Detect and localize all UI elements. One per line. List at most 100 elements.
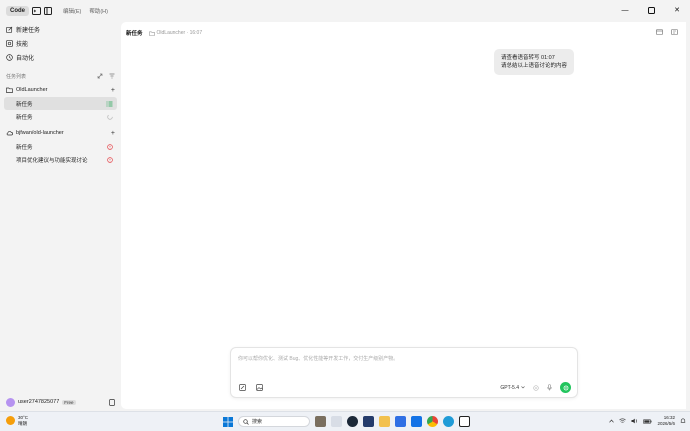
add-task-button[interactable]: +	[111, 130, 115, 137]
page-title: 新任务	[126, 31, 143, 37]
weather-sun-icon	[6, 416, 15, 425]
user-message-bubble: 请查看语音转写 01:07 请总结以上语音讨论的内容	[494, 49, 574, 75]
task-label: 新任务	[16, 114, 33, 121]
model-selector[interactable]: GPT-5.4	[500, 385, 525, 391]
terminal-icon[interactable]	[31, 6, 41, 16]
os-taskbar: 30°C 晴朗 搜索 16:32 2026/5/6	[0, 411, 690, 431]
menu-edit[interactable]: 编辑(E)	[63, 7, 81, 15]
edit-icon	[6, 26, 13, 33]
sidebar-toggle-icon[interactable]	[43, 6, 53, 16]
nav-new-task[interactable]: 新建任务	[0, 22, 121, 36]
task-list-header: 任务列表	[0, 70, 121, 82]
minimize-icon[interactable]: —	[620, 5, 630, 15]
breadcrumb[interactable]: OldLauncher · 16:07	[148, 30, 203, 36]
list-status-icon	[106, 101, 113, 106]
skills-icon	[6, 39, 13, 47]
system-tray: 16:32 2026/5/6	[609, 415, 686, 427]
send-icon	[563, 385, 568, 390]
edge-icon[interactable]	[443, 416, 454, 427]
message-line: 请总结以上语音讨论的内容	[501, 63, 568, 69]
folder-icon	[6, 87, 13, 93]
cloud-icon	[6, 131, 13, 136]
task-label: 新任务	[16, 101, 33, 108]
microphone-icon[interactable]	[547, 384, 552, 391]
steam-icon[interactable]	[347, 416, 358, 427]
task-item[interactable]: 新任务	[4, 140, 117, 153]
nav-automation[interactable]: 自动化	[0, 50, 121, 64]
model-name: GPT-5.4	[500, 384, 519, 391]
taskbar-apps: 搜索	[223, 416, 470, 427]
file-explorer-icon[interactable]	[379, 416, 390, 427]
taskbar-search[interactable]: 搜索	[238, 416, 310, 427]
collapse-icon[interactable]	[97, 73, 103, 79]
user-bar[interactable]: user2747825077 Free	[0, 393, 121, 411]
task-label: 项目优化建议与功能实现讨论	[16, 157, 88, 164]
image-icon[interactable]	[256, 384, 263, 391]
temperature: 30°C	[18, 415, 29, 420]
search-label: 搜索	[252, 419, 263, 425]
wifi-icon[interactable]	[619, 418, 627, 424]
project-group-old-launcher[interactable]: bjfwan/old-launcher +	[0, 126, 121, 140]
maximize-icon[interactable]	[646, 5, 656, 15]
weather-widget[interactable]: 30°C 晴朗	[6, 415, 28, 426]
automation-icon	[6, 53, 13, 61]
nav-skills[interactable]: 技能	[0, 36, 121, 50]
nav-label: 新建任务	[16, 27, 41, 34]
task-item[interactable]: 项目优化建议与功能实现讨论	[4, 153, 117, 166]
panel-icon[interactable]	[109, 398, 115, 406]
volume-icon[interactable]	[631, 418, 638, 424]
filter-icon[interactable]	[109, 73, 115, 79]
chrome-icon[interactable]	[427, 416, 438, 427]
task-item[interactable]: 新任务	[4, 110, 117, 123]
battery-icon[interactable]	[643, 418, 652, 424]
widget-app-icon[interactable]	[331, 416, 342, 427]
app-icon[interactable]	[411, 416, 422, 427]
header-actions	[656, 29, 678, 35]
brand: Code	[6, 6, 53, 16]
date: 2026/5/6	[657, 421, 675, 426]
project-group-oldlauncher[interactable]: OldLauncher +	[0, 83, 121, 97]
folder-icon	[148, 31, 155, 36]
diff-panel-icon[interactable]	[671, 29, 678, 35]
loading-icon	[107, 113, 113, 120]
task-label: 新任务	[16, 144, 33, 151]
add-task-button[interactable]: +	[111, 87, 115, 94]
close-icon[interactable]: ✕	[672, 5, 682, 15]
conversation-header: 新任务 OldLauncher · 16:07	[126, 29, 202, 37]
title-bar: Code 编辑(E) 帮助(H) — ✕	[0, 0, 690, 22]
composer-actions: GPT-5.4	[500, 382, 571, 393]
project-name: bjfwan/old-launcher	[16, 130, 64, 136]
error-icon	[107, 156, 113, 163]
code-mode-button[interactable]: Code	[6, 6, 29, 16]
project-name: OldLauncher	[16, 87, 48, 93]
chevron-up-icon[interactable]	[609, 419, 615, 423]
menu-help[interactable]: 帮助(H)	[89, 7, 108, 15]
error-icon	[107, 143, 113, 150]
message-line: 请查看语音转写 01:07	[501, 55, 555, 61]
nav-label: 自动化	[16, 55, 35, 62]
message-composer[interactable]: 你可以帮你优化、测试 Bug、优化性能等开发工作，交付生产级别产物。 GPT-5…	[230, 347, 578, 398]
menu-bar: 编辑(E) 帮助(H)	[63, 7, 108, 15]
notification-icon[interactable]	[680, 418, 686, 424]
task-item[interactable]: 新任务	[4, 97, 117, 110]
active-app-icon[interactable]	[459, 416, 470, 427]
section-title: 任务列表	[6, 73, 27, 80]
weather-condition: 晴朗	[18, 420, 27, 426]
sidebar: 新建任务 技能 自动化 任务列表 OldLauncher + 新任务 新任务 b	[0, 22, 121, 411]
avatar[interactable]	[6, 397, 15, 407]
clock[interactable]: 16:32 2026/5/6	[657, 415, 675, 427]
composer-input[interactable]: 你可以帮你优化、测试 Bug、优化性能等开发工作，交付生产级别产物。	[238, 355, 398, 362]
send-button[interactable]	[560, 382, 571, 393]
task-view-icon[interactable]	[315, 416, 326, 427]
breadcrumb-text: OldLauncher · 16:07	[156, 30, 203, 36]
chevron-down-icon	[521, 386, 525, 389]
attach-icon[interactable]	[239, 384, 246, 391]
app-icon[interactable]	[363, 416, 374, 427]
terminal-panel-icon[interactable]	[656, 29, 663, 35]
settings-icon[interactable]	[533, 384, 539, 391]
window-controls: — ✕	[620, 5, 682, 15]
main-panel: 新任务 OldLauncher · 16:07 请查看语音转写 01:07 请总…	[121, 22, 686, 409]
app-icon[interactable]	[395, 416, 406, 427]
composer-tools	[239, 384, 263, 391]
windows-start-icon[interactable]	[223, 416, 233, 427]
